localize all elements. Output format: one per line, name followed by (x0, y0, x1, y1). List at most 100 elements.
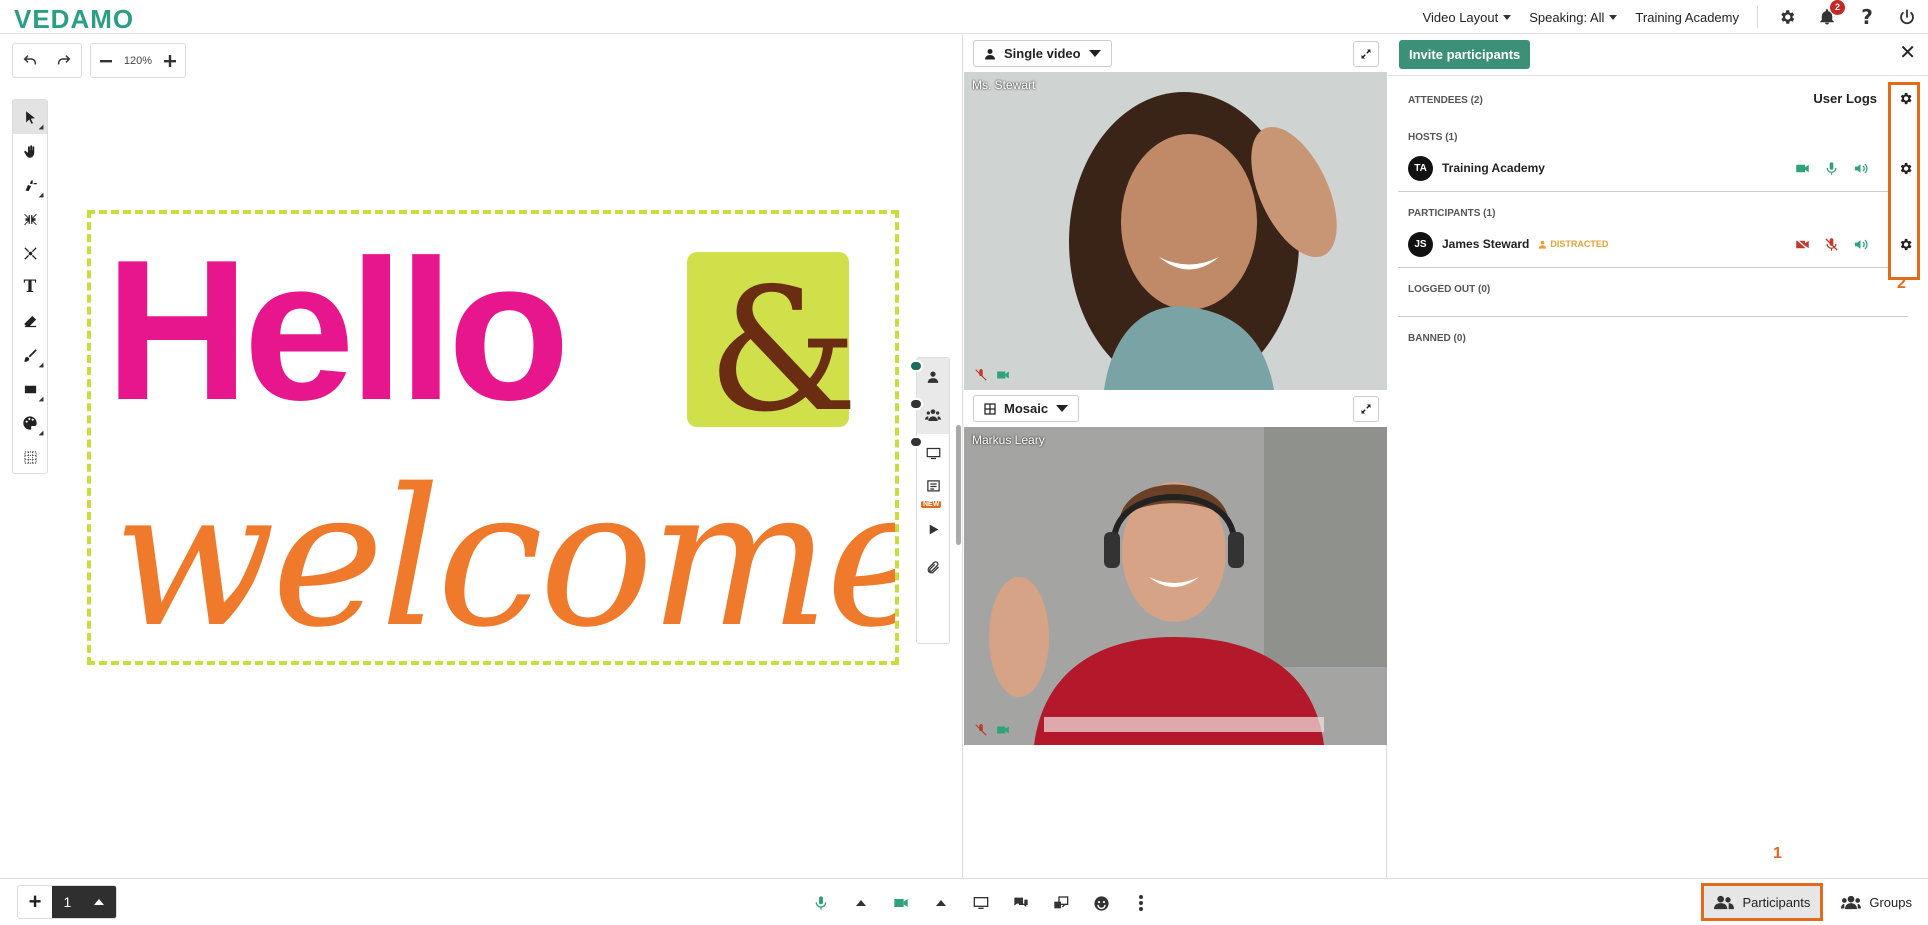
video-tile-ms-stewart[interactable]: Ms. Stewart (964, 72, 1387, 390)
comment-badge-icon (909, 436, 923, 448)
camera-icon (997, 726, 1009, 734)
zoom-in-icon[interactable] (158, 49, 182, 73)
new-badge: NEW (921, 501, 942, 508)
grid-layout-icon (984, 402, 996, 415)
participant-name: Ms. Stewart (972, 78, 1036, 92)
close-icon[interactable]: ✕ (1899, 43, 1916, 63)
participant-name: Markus Leary (972, 433, 1045, 447)
participant-row[interactable]: JS James Steward DISTRACTED (1408, 229, 1868, 259)
mic-muted-icon (975, 724, 987, 736)
speaking-dropdown[interactable]: Speaking: All (1529, 9, 1618, 25)
redo-icon[interactable] (52, 49, 76, 73)
more-options-icon[interactable] (1128, 890, 1154, 916)
banned-header[interactable]: BANNED (0) (1408, 333, 1466, 344)
participants-panel: Invite participants ✕ ATTENDEES (2) User… (1388, 35, 1928, 878)
notifications-bell-icon[interactable]: 2 (1816, 0, 1845, 28)
expand-video-icon[interactable] (1353, 396, 1379, 422)
camera-badge-icon (909, 360, 923, 372)
screen-share-side-icon[interactable] (909, 434, 949, 472)
camera-off-icon[interactable] (1795, 237, 1810, 252)
speaker-icon[interactable] (1853, 161, 1868, 176)
annotation-number-2: 2 (1897, 275, 1906, 292)
chevron-down-icon (1609, 14, 1618, 20)
group-users-icon[interactable] (909, 396, 949, 434)
play-icon[interactable] (917, 510, 949, 548)
speaking-label: Speaking: All (1529, 9, 1605, 25)
laser-pointer-icon[interactable] (13, 168, 47, 202)
microphone-icon[interactable] (808, 890, 834, 916)
help-icon[interactable]: ? (1856, 5, 1878, 29)
mic-options-chevron-up-icon[interactable] (848, 890, 874, 916)
page-selector[interactable]: 1 (52, 886, 116, 918)
notification-count-badge: 2 (1830, 0, 1845, 15)
camera-icon[interactable] (1795, 161, 1810, 176)
zoom-group: 120% (90, 43, 186, 78)
video-feed (964, 427, 1387, 745)
divider (1398, 191, 1888, 192)
undo-redo-group (12, 43, 82, 78)
ampersand-text: & (707, 252, 858, 450)
groups-button[interactable]: Groups (1831, 883, 1922, 921)
video-tile-markus-leary[interactable]: Markus Leary (964, 427, 1387, 745)
attachment-paperclip-icon[interactable] (917, 548, 949, 586)
microphone-off-icon[interactable] (1824, 237, 1839, 252)
vertical-scrollbar[interactable] (956, 425, 961, 545)
bottom-video-toolbar: Mosaic (964, 390, 1387, 427)
color-palette-icon[interactable] (13, 406, 47, 440)
text-tool-icon[interactable]: T (13, 270, 47, 304)
groups-icon (1841, 895, 1862, 909)
microphone-icon[interactable] (1824, 161, 1839, 176)
panel-switcher: Participants Groups (1701, 881, 1922, 923)
single-video-label: Single video (1004, 46, 1081, 61)
participants-button[interactable]: Participants (1701, 883, 1824, 921)
breakout-rooms-icon[interactable] (1048, 890, 1074, 916)
single-video-dropdown[interactable]: Single video (973, 40, 1112, 67)
add-page-button[interactable]: + (18, 886, 52, 918)
divider (1398, 267, 1888, 268)
notes-icon[interactable]: NEW (917, 472, 949, 510)
chat-badge-icon (909, 398, 923, 410)
invite-participants-button[interactable]: Invite participants (1399, 40, 1531, 69)
host-row[interactable]: TA Training Academy (1408, 153, 1868, 183)
hello-text: Hello (105, 219, 564, 442)
shape-rectangle-icon[interactable] (13, 372, 47, 406)
video-layout-dropdown[interactable]: Video Layout (1423, 10, 1512, 25)
brush-icon[interactable] (13, 338, 47, 372)
attendees-header: ATTENDEES (2) (1408, 95, 1483, 106)
speaker-icon[interactable] (1853, 237, 1868, 252)
page-control: + 1 (17, 885, 117, 919)
pan-hand-icon[interactable] (13, 134, 47, 168)
logged-out-header[interactable]: LOGGED OUT (0) (1408, 284, 1490, 295)
chat-icon[interactable] (1008, 890, 1034, 916)
settings-gear-icon[interactable] (1776, 6, 1798, 28)
zoom-out-icon[interactable] (94, 49, 118, 73)
whiteboard-side-panel: NEW (909, 357, 950, 644)
emoji-reactions-icon[interactable] (1088, 890, 1114, 916)
top-bar: VEDAMO Video Layout Speaking: All Traini… (0, 0, 1928, 34)
user-logs-link[interactable]: User Logs (1813, 91, 1877, 106)
top-video-toolbar: Single video (964, 35, 1387, 72)
hosts-header: HOSTS (1) (1408, 132, 1458, 143)
whiteboard-area[interactable]: 120% T Hello & welcome NEW (0, 35, 963, 908)
grid-icon[interactable] (13, 440, 47, 474)
camera-options-chevron-up-icon[interactable] (928, 890, 954, 916)
power-icon[interactable] (1896, 6, 1918, 28)
account-name[interactable]: Training Academy (1635, 10, 1739, 25)
avatar: TA (1408, 155, 1433, 181)
host-name: Training Academy (1442, 161, 1545, 175)
mosaic-dropdown[interactable]: Mosaic (973, 395, 1080, 422)
collapse-video-icon[interactable] (1353, 41, 1379, 67)
camera-icon[interactable] (888, 890, 914, 916)
annotation-number-1: 1 (1773, 845, 1782, 862)
select-tool-icon[interactable] (13, 100, 47, 134)
bottom-bar: + 1 Participants Groups (0, 878, 1928, 925)
status-badge: DISTRACTED (1550, 239, 1609, 249)
screen-share-icon[interactable] (968, 890, 994, 916)
undo-icon[interactable] (18, 49, 42, 73)
eraser-icon[interactable] (13, 304, 47, 338)
camera-icon (997, 371, 1009, 379)
single-user-icon[interactable] (909, 358, 949, 396)
page-number: 1 (63, 894, 72, 910)
points-icon[interactable] (13, 236, 47, 270)
shrink-icon[interactable] (13, 202, 47, 236)
